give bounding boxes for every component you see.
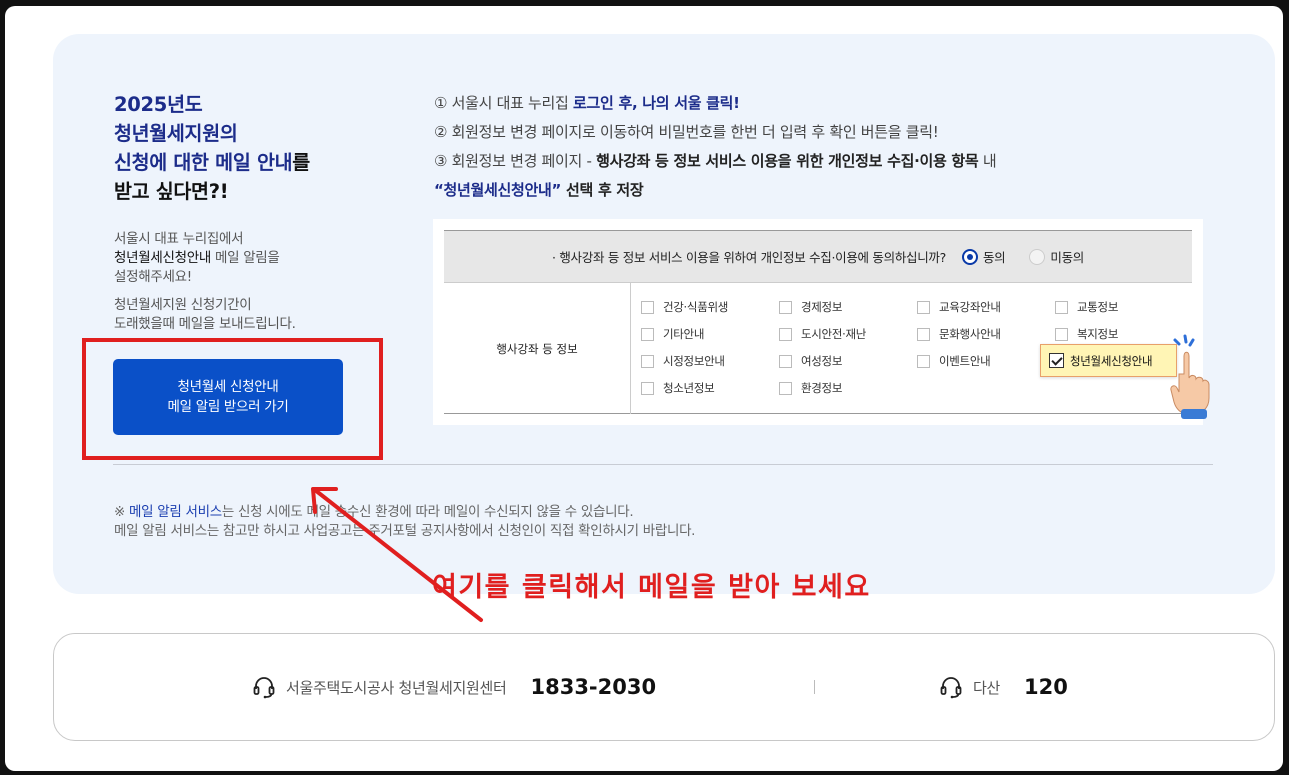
checkbox-label: 여성정보 [801,354,843,368]
agree-option: 동의 [961,247,1006,266]
step-3: ③ 회원정보 변경 페이지 - 행사강좌 등 정보 서비스 이용을 위한 개인정… [434,151,997,171]
checkbox-checked-icon [1049,353,1064,368]
guide-desc-line3: 설정해주세요! [114,269,192,285]
checkbox-icon [917,327,930,341]
checkbox-icon [1055,300,1068,314]
guide-desc2-line1: 청년월세지원 신청기간이 [114,297,252,313]
checkbox-label: 이벤트안내 [939,354,991,368]
checkbox-item: 기타안내 [641,326,704,342]
pointing-hand-icon [1170,334,1210,419]
step-3-text: ③ 회원정보 변경 페이지 - [434,152,597,170]
checkbox-label: 복지정보 [1077,327,1119,341]
checkbox-item: 이벤트안내 [917,353,991,369]
step-3-emphasis: 행사강좌 등 정보 서비스 이용을 위한 개인정보 수집·이용 항목 [596,152,979,170]
disagree-label: 미동의 [1050,250,1084,265]
click-here-annotation: 여기를 클릭해서 메일을 받아 보세요 [432,572,871,603]
step-1-text: ① 서울시 대표 누리집 [434,94,574,112]
contact-bar: 서울주택도시공사 청년월세지원센터 1833-2030 다산 120 [53,633,1275,741]
checkbox-item: 교육강좌안내 [917,299,1001,315]
checkbox-item: 건강·식품위생 [641,299,728,315]
step-4: “청년월세신청안내” 선택 후 저장 [434,180,644,200]
mail-alert-button-line1: 청년월세 신청안내 [177,379,279,395]
checkbox-icon [779,381,792,395]
guide-desc-line1: 서울시 대표 누리집에서 [114,231,244,247]
checkbox-item: 시정정보안내 [641,353,725,369]
checked-checkbox-label: 청년월세신청안내 [1070,353,1153,368]
consent-question-row: · 행사강좌 등 정보 서비스 이용을 위하여 개인정보 수집·이용에 동의하십… [444,230,1192,283]
checkbox-icon [641,300,654,314]
checkbox-label: 환경정보 [801,381,843,395]
checkbox-icon [641,354,654,368]
checkbox-item: 문화행사안내 [917,326,1001,342]
consent-form-sample: · 행사강좌 등 정보 서비스 이용을 위하여 개인정보 수집·이용에 동의하십… [433,219,1203,425]
checkbox-item: 도시안전·재난 [779,326,866,342]
checkbox-icon [641,327,654,341]
checkbox-label: 문화행사안내 [939,327,1001,341]
guide-desc-keyword: 청년월세신청안내 [114,250,211,266]
checkbox-item: 환경정보 [779,380,842,396]
consent-question: · 행사강좌 등 정보 서비스 이용을 위하여 개인정보 수집·이용에 동의하십… [552,250,946,265]
dasan-contact: 다산 120 [939,634,1068,740]
mail-alert-button[interactable]: 청년월세 신청안내 메일 알림 받으러 가기 [113,359,343,435]
checkbox-icon [779,354,792,368]
guide-title-line2: 청년월세지원의 [114,122,238,145]
consent-row-label: 행사강좌 등 정보 [444,283,631,414]
contact-separator [814,680,815,694]
checkbox-label: 건강·식품위생 [663,300,729,314]
checkbox-item: 여성정보 [779,353,842,369]
guide-title-suffix: 를 [292,151,310,174]
headset-icon [940,677,962,699]
step-1: ① 서울시 대표 누리집 로그인 후, 나의 서울 클릭! [434,93,740,113]
step-4-keyword: “청년월세신청안내” [434,181,562,199]
page-frame: 2025년도 청년월세지원의 신청에 대한 메일 안내를 받고 싶다면?! 서울… [5,6,1283,771]
radio-checked-icon [961,248,978,265]
checkbox-label: 청소년정보 [663,381,715,395]
mail-alert-button-line2: 메일 알림 받으러 가기 [167,399,289,415]
checkbox-item: 교통정보 [1055,299,1118,315]
checkbox-label: 교육강좌안내 [939,300,1001,314]
checkbox-icon [917,354,930,368]
guide-title-line4: 받고 싶다면?! [114,180,229,203]
guide-desc-line2: 청년월세신청안내 메일 알림을 [114,249,280,268]
checkbox-label: 교통정보 [1077,300,1119,314]
mail-guide-panel: 2025년도 청년월세지원의 신청에 대한 메일 안내를 받고 싶다면?! 서울… [53,34,1275,622]
checkbox-item: 경제정보 [779,299,842,315]
guide-title-line1: 2025년도 [114,93,203,116]
center-contact-label: 서울주택도시공사 청년월세지원센터 [286,678,507,697]
headset-icon [253,677,275,699]
arrow-icon [311,487,483,622]
guide-title-highlight: 신청에 대한 메일 안내 [114,151,293,174]
checkbox-label: 기타안내 [663,327,705,341]
notice-mark: ※ [114,504,130,520]
checked-checkbox-item: 청년월세신청안내 [1040,344,1177,377]
center-phone-number[interactable]: 1833-2030 [530,675,656,699]
checkbox-icon [1055,327,1068,341]
center-contact: 서울주택도시공사 청년월세지원센터 1833-2030 [252,634,656,740]
checkbox-label: 경제정보 [801,300,843,314]
step-3-tail: 내 [978,152,997,170]
checkbox-icon [641,381,654,395]
section-divider [113,464,1213,465]
checkbox-icon [917,300,930,314]
guide-desc-rest: 메일 알림을 [210,250,280,266]
checkbox-label: 시정정보안내 [663,354,725,368]
agree-label: 동의 [982,250,1006,265]
checkbox-label: 도시안전·재난 [801,327,867,341]
step-1-emphasis: 로그인 후, 나의 서울 클릭! [573,94,740,112]
notice-keyword: 메일 알림 서비스 [129,504,222,520]
consent-options-row: 행사강좌 등 정보 건강·식품위생 경제정보 교육강좌안내 교통정보 기타안내 … [444,283,1192,414]
dasan-phone-number[interactable]: 120 [1024,675,1068,699]
disagree-option: 미동의 [1029,247,1084,266]
step-2: ② 회원정보 변경 페이지로 이동하여 비밀번호를 한번 더 입력 후 확인 버… [434,123,939,141]
radio-icon [1029,248,1046,265]
guide-title-line3: 신청에 대한 메일 안내를 [114,148,310,177]
step-4-emphasis: 선택 후 저장 [561,181,644,199]
checkbox-icon [779,300,792,314]
checkbox-item: 복지정보 [1055,326,1118,342]
guide-desc2-line2: 도래했을때 메일을 보내드립니다. [114,316,296,332]
checkbox-icon [779,327,792,341]
dasan-contact-label: 다산 [973,678,1001,697]
checkbox-item: 청소년정보 [641,380,715,396]
